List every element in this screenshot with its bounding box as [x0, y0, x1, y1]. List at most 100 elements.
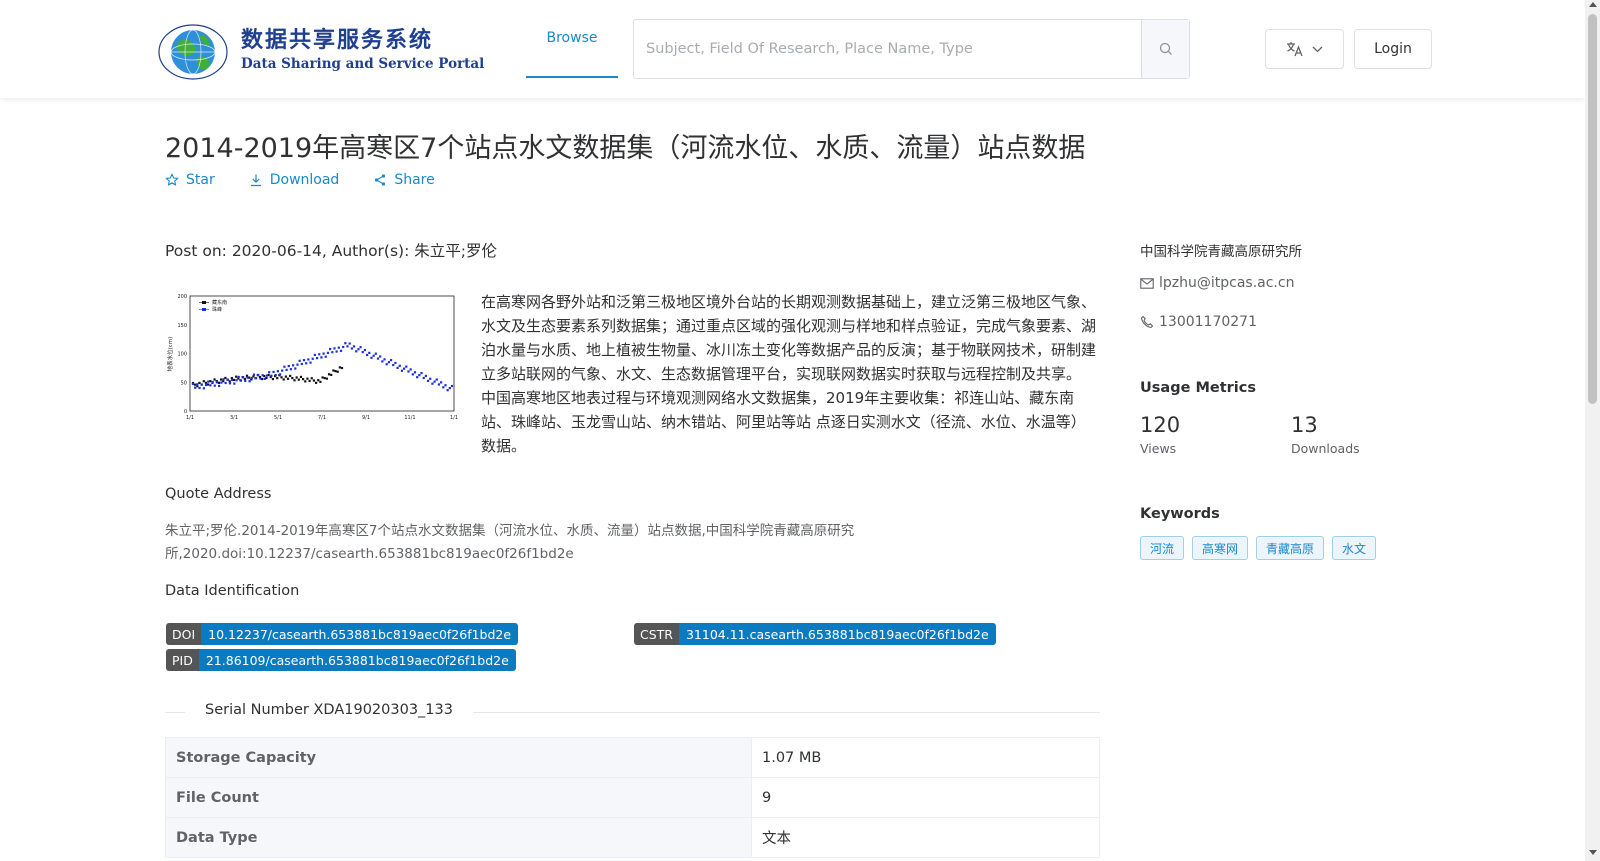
thumbnail-marker-blue: [370, 356, 373, 359]
thumbnail-marker-black: [284, 375, 287, 378]
page-scrollbar[interactable]: [1585, 0, 1600, 861]
keyword-tag[interactable]: 河流: [1140, 536, 1185, 560]
keyword-tags: 河流 高寒网 青藏高原 水文: [1140, 536, 1377, 560]
info-value: 9: [751, 777, 1100, 818]
thumbnail-marker-blue: [298, 359, 301, 362]
thumbnail-marker-black: [209, 380, 212, 383]
thumbnail-marker-black: [306, 377, 309, 380]
thumbnail-marker-blue: [268, 371, 271, 374]
search-button[interactable]: [1141, 20, 1189, 78]
dataset-thumbnail-chart[interactable]: 200150100500 1/1 3/1 5/1 7/1 9/1 11/1 1/1 地表水位…: [166, 292, 458, 424]
thumbnail-marker-black: [332, 369, 335, 372]
thumbnail-marker-blue: [403, 367, 406, 370]
keywords-heading: Keywords: [1140, 506, 1220, 522]
thumbnail-marker-black: [293, 379, 296, 382]
thumbnail-marker-blue: [357, 348, 360, 351]
contact-phone[interactable]: 13001170271: [1140, 314, 1257, 330]
thumbnail-marker-black: [202, 380, 205, 383]
thumbnail-marker-blue: [226, 378, 229, 381]
thumbnail-marker-black: [286, 377, 290, 380]
thumbnail-marker-blue: [339, 349, 343, 352]
organization-name: 中国科学院青藏高原研究所: [1140, 244, 1302, 260]
nav-browse[interactable]: Browse: [526, 0, 618, 78]
thumbnail-marker-black: [213, 378, 216, 381]
data-identification-label: Data Identification: [165, 583, 300, 599]
search-input[interactable]: [634, 20, 1141, 78]
thumbnail-marker-blue: [405, 365, 408, 368]
keyword-tag[interactable]: 高寒网: [1192, 536, 1249, 560]
cstr-badge[interactable]: CSTR 31104.11.casearth.653881bc819aec0f2…: [634, 623, 996, 645]
table-row: Storage Capacity 1.07 MB: [165, 737, 1100, 778]
thumbnail-marker-blue: [424, 374, 427, 378]
thumbnail-y-tick: 50: [181, 380, 187, 386]
thumbnail-marker-black: [340, 366, 344, 370]
thumbnail-marker-blue: [435, 378, 438, 381]
keyword-tag[interactable]: 水文: [1332, 536, 1377, 560]
thumbnail-marker-blue: [326, 351, 330, 354]
thumbnail-marker-black: [217, 381, 221, 384]
thumbnail-y-tick: 100: [177, 352, 187, 358]
downloads-label: Downloads: [1291, 441, 1360, 456]
dataset-actions: Star Download Share: [165, 172, 469, 188]
thumbnail-marker-blue: [204, 383, 208, 387]
thumbnail-marker-blue: [276, 370, 279, 373]
site-logo[interactable]: 数据共享服务系统 Data Sharing and Service Portal: [155, 18, 484, 82]
scroll-down-arrow-icon[interactable]: [1589, 850, 1597, 855]
contact-email[interactable]: lpzhu@itpcas.ac.cn: [1140, 275, 1294, 291]
thumbnail-x-tick: 1/1: [450, 415, 458, 421]
thumbnail-x-tick: 5/1: [274, 415, 282, 421]
thumbnail-marker-blue: [322, 352, 325, 355]
phone-icon: [1140, 315, 1154, 329]
thumbnail-marker-blue: [429, 377, 432, 380]
thumbnail-x-tick: 7/1: [318, 415, 326, 421]
thumbnail-marker-blue: [257, 373, 260, 377]
thumbnail-marker-black: [299, 375, 303, 379]
thumbnail-marker-blue: [440, 381, 443, 384]
info-key: Data Type: [165, 817, 752, 858]
thumbnail-marker-blue: [224, 381, 227, 385]
legend-series-2: 珠峰: [212, 306, 222, 313]
thumbnail-marker-blue: [366, 353, 369, 357]
info-key: Storage Capacity: [165, 737, 752, 778]
thumbnail-marker-blue: [233, 382, 236, 385]
info-value: 1.07 MB: [751, 737, 1100, 778]
download-button[interactable]: Download: [249, 172, 339, 188]
thumbnail-marker-blue: [287, 364, 290, 368]
star-button[interactable]: Star: [165, 172, 215, 188]
thumbnail-marker-blue: [207, 380, 210, 383]
thumbnail-marker-blue: [363, 348, 367, 352]
share-button[interactable]: Share: [373, 172, 435, 188]
pid-badge[interactable]: PID 21.86109/casearth.653881bc819aec0f26…: [166, 649, 516, 671]
thumbnail-marker-black: [319, 380, 322, 383]
doi-badge-key: DOI: [166, 623, 202, 645]
search-icon: [1159, 42, 1172, 55]
keyword-tag[interactable]: 青藏高原: [1256, 536, 1325, 560]
thumbnail-marker-blue: [329, 347, 332, 351]
thumbnail-marker-black: [196, 385, 199, 388]
thumbnail-y-tick: 150: [177, 323, 187, 329]
globe-logo-icon: [158, 24, 228, 80]
thumbnail-x-tick: 11/1: [404, 415, 415, 421]
top-header: 数据共享服务系统 Data Sharing and Service Portal…: [0, 0, 1585, 98]
login-button[interactable]: Login: [1354, 29, 1432, 69]
thumbnail-marker-blue: [335, 350, 338, 353]
doi-badge[interactable]: DOI 10.12237/casearth.653881bc819aec0f26…: [166, 623, 519, 645]
scroll-thumb[interactable]: [1588, 14, 1597, 404]
thumbnail-marker-blue: [259, 377, 262, 380]
thumbnail-marker-black: [302, 378, 305, 381]
thumbnail-marker-blue: [385, 363, 388, 366]
thumbnail-marker-blue: [222, 378, 225, 381]
thumbnail-marker-blue: [252, 373, 256, 376]
thumbnail-marker-blue: [261, 374, 264, 377]
language-switcher[interactable]: [1265, 29, 1344, 69]
thumbnail-marker-blue: [422, 376, 425, 380]
thumbnail-marker-blue: [374, 352, 377, 355]
serial-number: Serial Number XDA19020303_133: [185, 702, 473, 718]
thumbnail-marker-black: [334, 370, 337, 373]
thumbnail-marker-blue: [255, 377, 258, 380]
scroll-up-arrow-icon[interactable]: [1589, 2, 1597, 7]
email-text: lpzhu@itpcas.ac.cn: [1159, 275, 1295, 291]
share-label: Share: [394, 172, 435, 188]
thumbnail-marker-blue: [302, 359, 306, 362]
search-box: [633, 19, 1190, 79]
